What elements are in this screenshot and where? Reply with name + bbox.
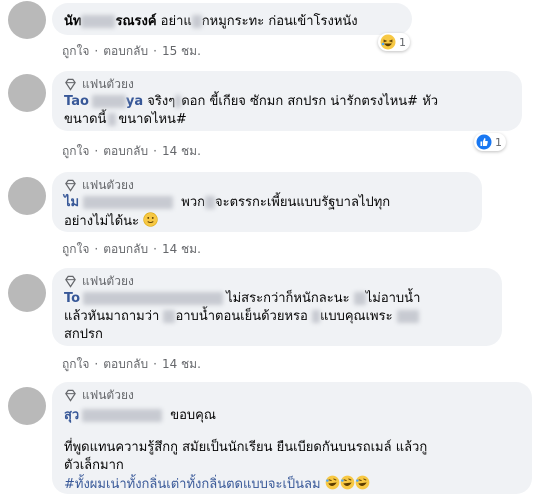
comment-actions: ถูกใจ · ตอบกลับ · 14 ชม.	[62, 242, 201, 256]
reaction-summary[interactable]: 1	[474, 133, 506, 151]
like-link[interactable]: ถูกใจ	[62, 242, 89, 256]
comment-bubble: นัท รณรงค์ อย่าแ กหมูกระทะ ก่อนเข้าโรงหนัง	[52, 3, 412, 35]
avatar[interactable]	[8, 387, 46, 425]
rofl-emoji-icon	[340, 475, 355, 490]
comment-text-1: จริงๆ	[147, 94, 176, 109]
commenter-name-tail[interactable]: รณรงค์	[115, 14, 156, 29]
comment-text-1b: จะตรรกะเพี้ยนแบบรัฐบาลไปทุก	[215, 195, 391, 210]
redacted-text	[353, 292, 366, 305]
commenter-name-tail[interactable]: ya	[126, 94, 143, 109]
comment-actions: ถูกใจ · ตอบกลับ · 14 ชม.	[62, 357, 201, 371]
like-link[interactable]: ถูกใจ	[62, 357, 89, 371]
timestamp[interactable]: 15 ชม.	[162, 44, 201, 58]
timestamp[interactable]: 14 ชม.	[162, 357, 201, 371]
rofl-emoji-icon	[325, 475, 340, 490]
comment-text-1b: ดอก ขี้เกียจ ซักมก สกปรก น่ารักตรงไหน# ห…	[181, 94, 439, 109]
diamond-icon	[65, 275, 76, 288]
reply-link[interactable]: ตอบกลับ	[103, 144, 148, 158]
comment-actions: ถูกใจ · ตอบกลับ · 15 ชม.	[62, 44, 201, 58]
avatar[interactable]	[8, 74, 46, 112]
comment-text-2: ตัวเล็กมาก	[64, 458, 124, 473]
like-icon	[476, 134, 492, 150]
redacted-text	[205, 196, 215, 209]
top-fan-badge: แฟนตัวยง	[64, 387, 520, 404]
comment-text-3: สกปรก	[64, 327, 103, 342]
slight-smile-emoji-icon	[143, 212, 158, 227]
comment-text-2c: แบบคุณเพระ	[319, 309, 393, 324]
fan-label: แฟนตัวยง	[82, 77, 134, 91]
comment-text-1b: ไม่อาบน้ำ	[365, 291, 421, 306]
avatar[interactable]	[8, 274, 46, 312]
comment-text-cont: กหมูกระทะ ก่อนเข้าโรงหนัง	[201, 14, 358, 29]
commenter-name[interactable]: Tao	[64, 94, 89, 109]
avatar[interactable]	[8, 1, 46, 39]
comment-text-2b: อาบน้ำตอนเย็นด้วยหรอ	[175, 309, 308, 324]
rofl-emoji-icon	[355, 475, 370, 490]
comment-text-2b: ขนาดไหน#	[118, 112, 187, 127]
comment-text-1: พวก	[181, 195, 205, 210]
commenter-name[interactable]: นัท	[64, 14, 81, 29]
commenter-name[interactable]: สุว	[64, 408, 79, 423]
redacted-text	[108, 113, 117, 126]
comment-actions: ถูกใจ · ตอบกลับ · 14 ชม.	[62, 144, 201, 158]
avatar[interactable]	[8, 177, 46, 215]
redacted-text	[163, 310, 176, 323]
redacted-text	[175, 95, 182, 108]
top-fan-badge: แฟนตัวยง	[64, 177, 470, 194]
reply-link[interactable]: ตอบกลับ	[103, 357, 148, 371]
like-link[interactable]: ถูกใจ	[62, 144, 89, 158]
comment-bubble: แฟนตัวยง To ไม่สระกว่าก็หนักละนะ ไม่อาบน้…	[52, 268, 502, 346]
reaction-count: 1	[399, 35, 406, 49]
redacted-text	[191, 15, 202, 28]
reply-link[interactable]: ตอบกลับ	[103, 242, 148, 256]
redacted-name	[83, 292, 224, 305]
hashtag-link[interactable]: #ทั้งผมเน่าทั้งกลิ่นเต่าทั้งกลิ่นตดแบบจะ…	[64, 477, 321, 492]
redacted-name	[82, 409, 163, 422]
top-fan-badge: แฟนตัวยง	[64, 76, 510, 93]
comment-bubble: แฟนตัวยง สุว ขอบคุณ ที่พูดแทนความรู้สึกกู…	[52, 382, 532, 494]
fan-label: แฟนตัวยง	[82, 388, 134, 402]
top-fan-badge: แฟนตัวยง	[64, 273, 490, 290]
comment-bubble: แฟนตัวยง ไม พวก จะตรรกะเพี้ยนแบบรัฐบาลไปท…	[52, 172, 482, 232]
comment-text-2a: ขนาดนี้	[64, 112, 107, 127]
redacted-name	[81, 15, 116, 28]
redacted-name	[83, 196, 174, 209]
commenter-name[interactable]: To	[64, 291, 80, 306]
diamond-icon	[65, 389, 76, 402]
like-link[interactable]: ถูกใจ	[62, 44, 89, 58]
comment-text: อย่าแ	[156, 14, 192, 29]
reaction-summary[interactable]: 1	[378, 33, 410, 51]
commenter-name[interactable]: ไม	[64, 195, 79, 210]
redacted-name	[91, 95, 126, 108]
redacted-text	[311, 310, 320, 323]
reply-link[interactable]: ตอบกลับ	[103, 44, 148, 58]
timestamp[interactable]: 14 ชม.	[162, 242, 201, 256]
comment-text-0: ขอบคุณ	[170, 408, 216, 423]
comment-text-1: ที่พูดแทนความรู้สึกกู สมัยเป็นนักเรียน ย…	[64, 440, 428, 455]
fan-label: แฟนตัวยง	[82, 178, 134, 192]
diamond-icon	[65, 179, 76, 192]
laugh-emoji-icon	[380, 34, 396, 50]
comment-text-1: ไม่สระกว่าก็หนักละนะ	[226, 291, 350, 306]
comment-text-2a: แล้วหันมาถามว่า	[64, 309, 160, 324]
comment-bubble: แฟนตัวยง Tao ya จริงๆ ดอก ขี้เกียจ ซักมก ส…	[52, 71, 522, 131]
reaction-count: 1	[495, 135, 502, 149]
redacted-text	[396, 310, 419, 323]
comment-text-2: อย่างไม่ได้นะ	[64, 214, 140, 229]
timestamp[interactable]: 14 ชม.	[162, 144, 201, 158]
fan-label: แฟนตัวยง	[82, 274, 134, 288]
diamond-icon	[65, 78, 76, 91]
